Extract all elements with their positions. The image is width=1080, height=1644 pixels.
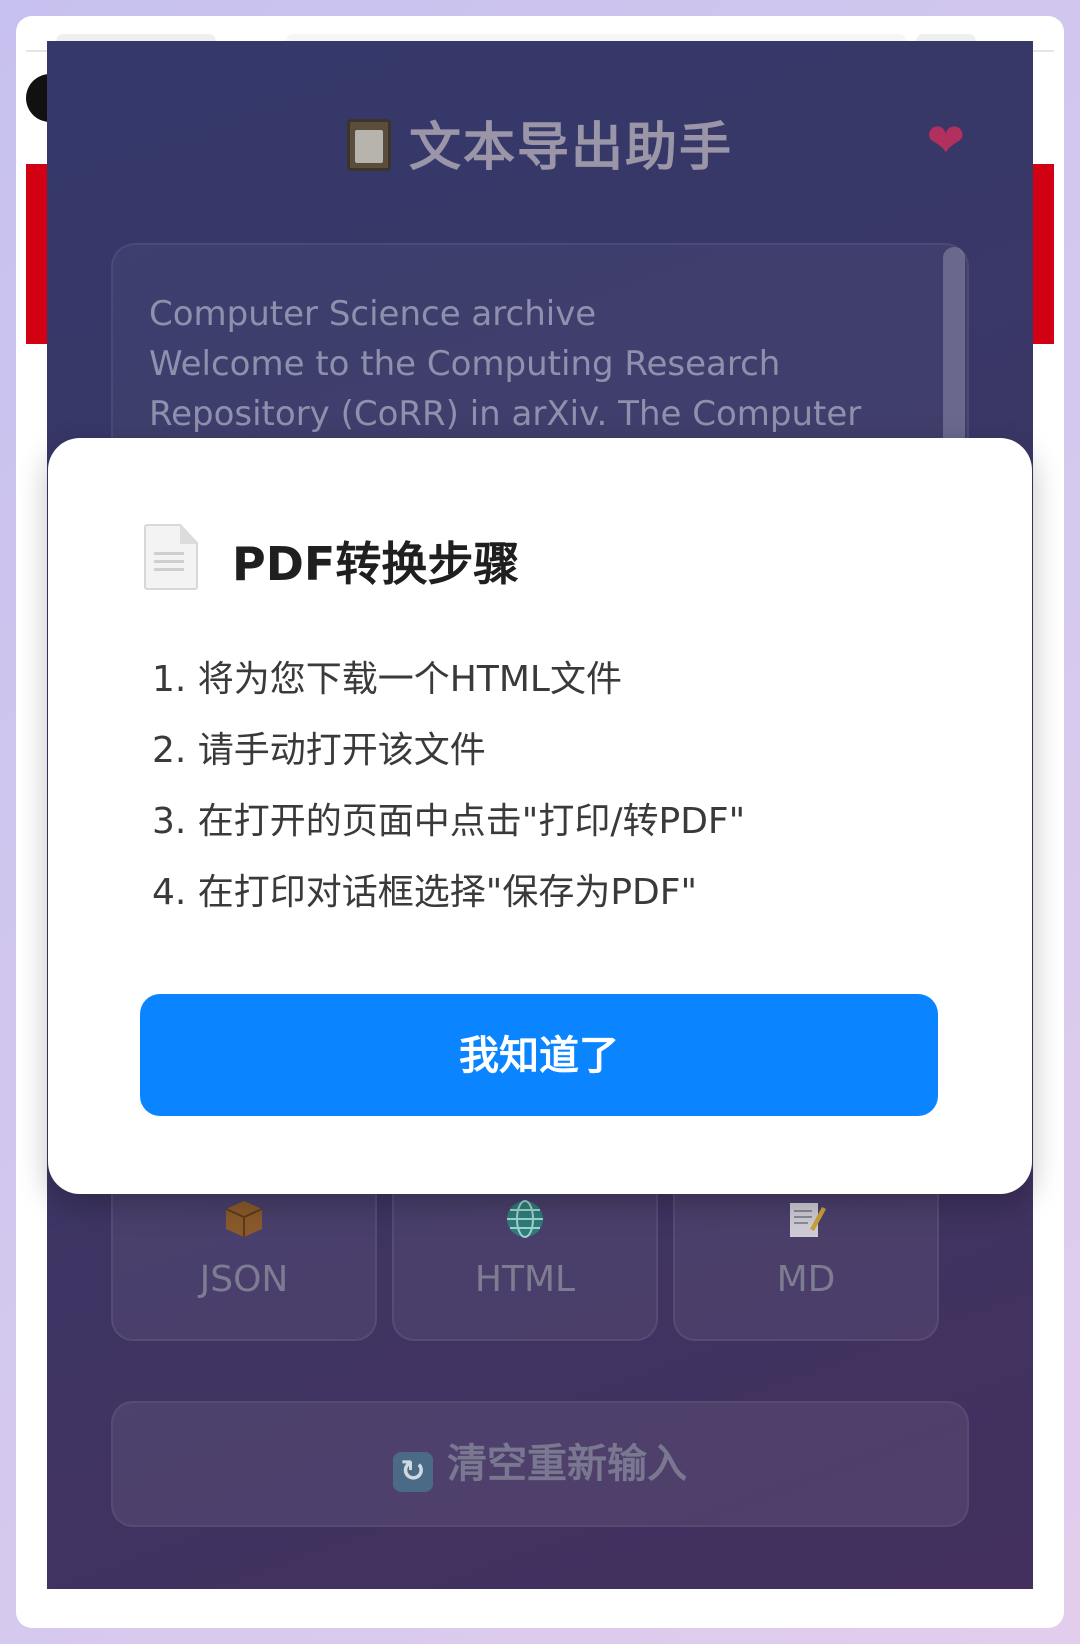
refresh-icon: ↻: [393, 1452, 433, 1492]
format-label: MD: [776, 1259, 836, 1300]
page-icon: [144, 524, 198, 590]
memo-icon: [784, 1197, 828, 1241]
format-label: JSON: [199, 1259, 289, 1300]
step-item: 4. 在打印对话框选择"保存为PDF": [152, 872, 698, 913]
globe-icon: [503, 1197, 547, 1241]
clipboard-icon: [346, 119, 391, 171]
package-icon: [222, 1197, 266, 1241]
panel-title: 文本导出助手: [408, 118, 733, 178]
step-item: 2. 请手动打开该文件: [152, 730, 486, 771]
pdf-steps-dialog: PDF转换步骤 1. 将为您下载一个HTML文件 2. 请手动打开该文件 3. …: [48, 438, 1032, 1194]
got-it-button[interactable]: 我知道了: [140, 994, 938, 1116]
text-area-scrollbar[interactable]: [943, 247, 965, 457]
steps-list: 1. 将为您下载一个HTML文件 2. 请手动打开该文件 3. 在打开的页面中点…: [152, 644, 745, 928]
sparkling-heart-icon[interactable]: ❤: [926, 113, 965, 167]
dialog-title: PDF转换步骤: [232, 537, 520, 591]
clear-reinput-button[interactable]: ↻ 清空重新输入: [111, 1401, 969, 1527]
text-line: Computer Science archive: [149, 294, 597, 334]
text-line: Welcome to the Computing Research: [149, 344, 781, 384]
step-item: 1. 将为您下载一个HTML文件: [152, 659, 622, 700]
format-label: HTML: [474, 1259, 576, 1300]
text-line: Repository (CoRR) in arXiv. The Computer: [149, 394, 862, 434]
clear-button-label: 清空重新输入: [447, 1441, 687, 1487]
step-item: 3. 在打开的页面中点击"打印/转PDF": [152, 801, 746, 842]
panel-header: 文本导出助手: [47, 105, 1033, 180]
